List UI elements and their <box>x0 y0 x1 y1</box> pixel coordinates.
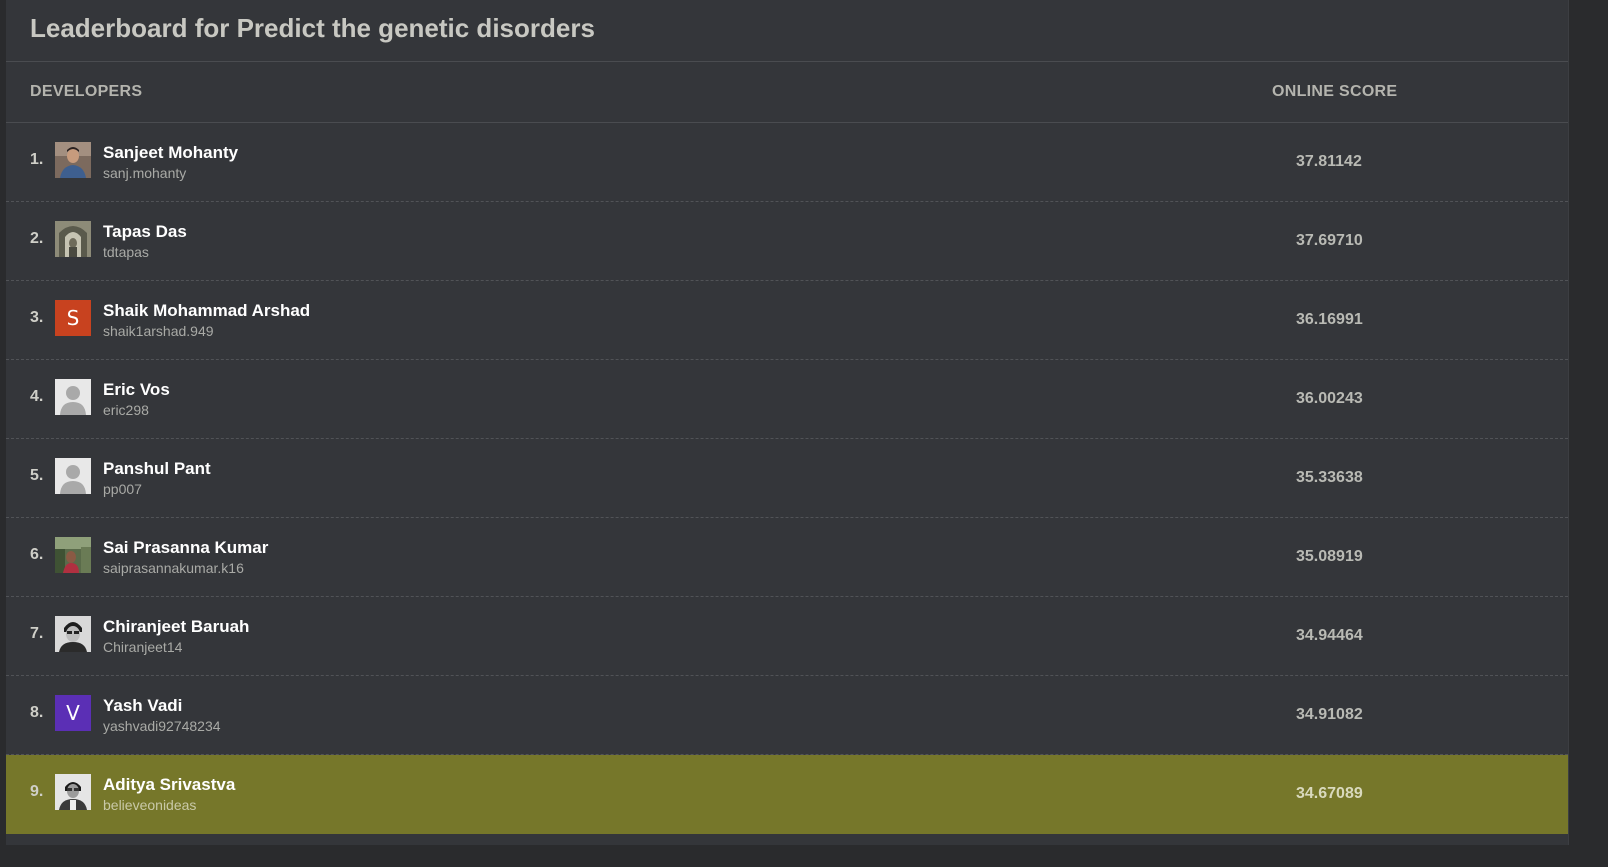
leaderboard-row: 2. Tapas Das tdtapas 37.69710 <box>6 202 1568 281</box>
avatar[interactable]: V <box>55 695 91 731</box>
developer-name[interactable]: Yash Vadi <box>103 696 182 716</box>
online-score: 34.67089 <box>1296 785 1363 802</box>
avatar[interactable] <box>55 616 91 652</box>
rank-number: 1. <box>30 151 44 168</box>
leaderboard-row: 5. Panshul Pant pp007 35.33638 <box>6 439 1568 518</box>
avatar[interactable] <box>55 142 91 178</box>
developer-username: saiprasannakumar.k16 <box>103 560 244 576</box>
developer-name[interactable]: Sanjeet Mohanty <box>103 143 238 163</box>
online-score: 37.81142 <box>1296 153 1362 170</box>
leaderboard-row: 1. Sanjeet Mohanty sanj.mohanty 37.81142 <box>6 123 1568 202</box>
developer-name[interactable]: Tapas Das <box>103 222 187 242</box>
online-score: 37.69710 <box>1296 232 1363 249</box>
rank-number: 8. <box>30 704 44 721</box>
developer-name[interactable]: Sai Prasanna Kumar <box>103 538 268 558</box>
leaderboard-panel: Leaderboard for Predict the genetic diso… <box>6 0 1569 845</box>
leaderboard-row: 7. Chiranjeet Baruah Chiranjeet14 34.944… <box>6 597 1568 676</box>
developer-username: Chiranjeet14 <box>103 639 183 655</box>
page-title: Leaderboard for Predict the genetic diso… <box>6 0 1568 62</box>
avatar[interactable] <box>55 774 91 810</box>
rank-number: 6. <box>30 546 44 563</box>
online-score-column-header: ONLINE SCORE <box>1272 83 1398 100</box>
developer-username: pp007 <box>103 481 142 497</box>
online-score: 36.00243 <box>1296 390 1363 407</box>
default-user-icon[interactable] <box>55 458 91 494</box>
letter-avatar: S <box>55 300 91 336</box>
rank-number: 5. <box>30 467 44 484</box>
developer-name[interactable]: Panshul Pant <box>103 459 211 479</box>
developer-username: shaik1arshad.949 <box>103 323 214 339</box>
letter-avatar: V <box>55 695 91 731</box>
rank-number: 2. <box>30 230 44 247</box>
developer-name[interactable]: Chiranjeet Baruah <box>103 617 249 637</box>
avatar[interactable] <box>55 537 91 573</box>
rank-number: 9. <box>30 783 44 800</box>
leaderboard-row: 8. V Yash Vadi yashvadi92748234 34.91082 <box>6 676 1568 755</box>
leaderboard-row: 4. Eric Vos eric298 36.00243 <box>6 360 1568 439</box>
rank-number: 3. <box>30 309 44 326</box>
developer-name[interactable]: Aditya Srivastva <box>103 775 235 795</box>
leaderboard-row-current-user: 9. Aditya Srivastva believeonideas 34.67… <box>6 755 1568 834</box>
table-header: DEVELOPERS ONLINE SCORE <box>6 62 1568 123</box>
developer-name[interactable]: Eric Vos <box>103 380 170 400</box>
developers-column-header: DEVELOPERS <box>30 83 143 100</box>
developer-name[interactable]: Shaik Mohammad Arshad <box>103 301 310 321</box>
rank-number: 7. <box>30 625 44 642</box>
developer-username: yashvadi92748234 <box>103 718 221 734</box>
default-user-icon[interactable] <box>55 379 91 415</box>
leaderboard-row: 3. S Shaik Mohammad Arshad shaik1arshad.… <box>6 281 1568 360</box>
avatar[interactable]: S <box>55 300 91 336</box>
rank-number: 4. <box>30 388 44 405</box>
developer-username: eric298 <box>103 402 149 418</box>
online-score: 35.33638 <box>1296 469 1363 486</box>
online-score: 35.08919 <box>1296 548 1363 565</box>
developer-username: tdtapas <box>103 244 149 260</box>
developer-username: sanj.mohanty <box>103 165 187 181</box>
developer-username: believeonideas <box>103 797 197 813</box>
online-score: 34.94464 <box>1296 627 1363 644</box>
online-score: 34.91082 <box>1296 706 1363 723</box>
avatar[interactable] <box>55 221 91 257</box>
online-score: 36.16991 <box>1296 311 1363 328</box>
leaderboard-row: 6. Sai Prasanna Kumar saiprasannakumar.k… <box>6 518 1568 597</box>
